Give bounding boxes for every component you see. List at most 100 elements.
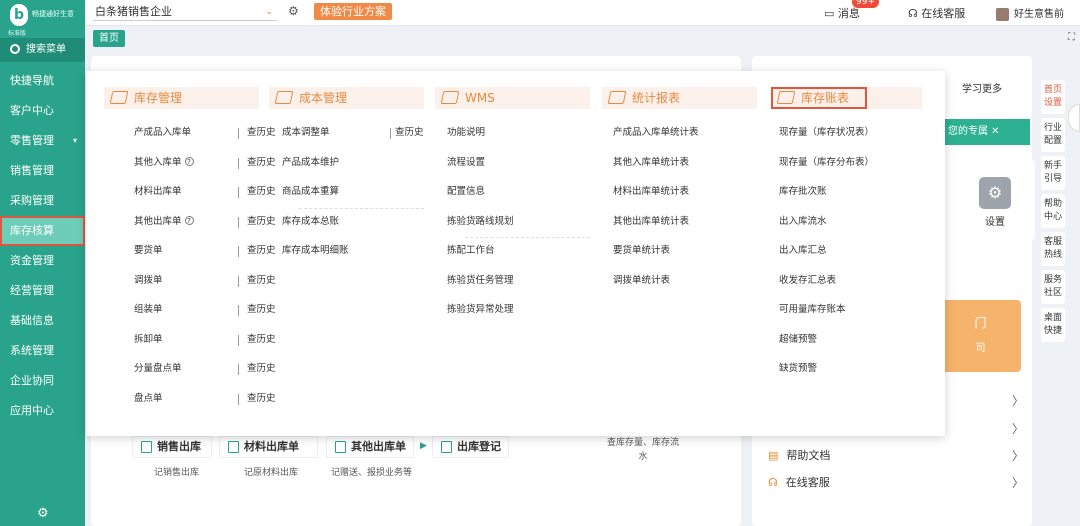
help-icon[interactable]: ? bbox=[184, 215, 194, 225]
flow-other-outbound[interactable]: 其他出库单 bbox=[326, 436, 414, 458]
sidebar-item-system[interactable]: 系统管理 bbox=[0, 336, 85, 366]
search-menu-button[interactable]: 搜索菜单 bbox=[0, 38, 85, 62]
chevron-right-icon[interactable]: 〉 bbox=[1012, 447, 1024, 464]
menu-item[interactable]: 拣验货路线规划 bbox=[447, 211, 514, 233]
menu-item[interactable]: 配置信息 bbox=[447, 181, 485, 203]
sidebar-item-basic-info[interactable]: 基础信息 bbox=[0, 306, 85, 336]
settings-icon[interactable]: ⚙ bbox=[288, 4, 299, 18]
sidebar-item-app-center[interactable]: 应用中心 bbox=[0, 396, 85, 426]
history-link[interactable]: 查历史 bbox=[247, 329, 276, 351]
learn-more-link[interactable]: 学习更多 bbox=[962, 80, 1002, 95]
tab-home[interactable]: 首页 bbox=[93, 30, 125, 47]
messages-label: 消息 bbox=[837, 7, 860, 20]
menu-item[interactable]: 要货单统计表 bbox=[613, 240, 670, 262]
menu-item[interactable]: 出入库流水 bbox=[779, 211, 827, 233]
menu-item[interactable]: 拣验货任务管理 bbox=[447, 270, 514, 292]
history-link[interactable]: 查历史 bbox=[395, 122, 424, 144]
rail-beginner-guide[interactable]: 新手引导 bbox=[1041, 156, 1065, 190]
chevron-right-icon[interactable]: 〉 bbox=[1012, 420, 1024, 437]
menu-item[interactable]: 商品成本重算 bbox=[282, 181, 339, 203]
menu-item[interactable]: 产品成本维护 bbox=[282, 152, 339, 174]
menu-item[interactable]: 流程设置 bbox=[447, 152, 485, 174]
menu-item[interactable]: 材料出库单统计表 bbox=[613, 181, 689, 203]
rail-service-hotline[interactable]: 客服热线 bbox=[1041, 232, 1065, 266]
company-select[interactable]: 白条猪销售企业 ⌄ bbox=[93, 3, 277, 21]
menu-item[interactable]: 产成品入库单统计表 bbox=[613, 122, 699, 144]
gear-icon[interactable]: ⚙ bbox=[37, 506, 49, 521]
menu-item[interactable]: 收发存汇总表 bbox=[779, 270, 836, 292]
menu-item[interactable]: 超储预警 bbox=[779, 329, 817, 351]
sidebar-item-inventory[interactable]: 库存核算 bbox=[0, 216, 85, 246]
flow-material-outbound[interactable]: 材料出库单 bbox=[219, 436, 318, 458]
menu-item[interactable]: 组装单 bbox=[134, 299, 163, 321]
menu-item[interactable]: 库存批次账 bbox=[779, 181, 827, 203]
sidebar-item-quick-nav[interactable]: 快捷导航 bbox=[0, 66, 85, 96]
menu-item[interactable]: 盘点单 bbox=[134, 388, 163, 410]
menu-item[interactable]: 可用量库存账本 bbox=[779, 299, 846, 321]
menu-item[interactable]: 调拨单统计表 bbox=[613, 270, 670, 292]
history-link[interactable]: 查历史 bbox=[247, 299, 276, 321]
menu-item[interactable]: 其他出库单统计表 bbox=[613, 211, 689, 233]
menu-item[interactable]: 出入库汇总 bbox=[779, 240, 827, 262]
online-service-button[interactable]: ☊ 在线客服 bbox=[908, 5, 965, 21]
menu-column-title-highlight[interactable]: 库存账表 bbox=[771, 87, 867, 109]
sidebar-item-funds[interactable]: 资金管理 bbox=[0, 246, 85, 276]
logo-mark-icon: b bbox=[10, 4, 28, 26]
menu-column-title: 统计报表 bbox=[602, 87, 757, 109]
history-link[interactable]: 查历史 bbox=[247, 358, 276, 380]
menu-item[interactable]: 库存成本明细账 bbox=[282, 240, 349, 262]
menu-item[interactable]: 拣配工作台 bbox=[447, 240, 495, 262]
sidebar-item-collaboration[interactable]: 企业协同 bbox=[0, 366, 85, 396]
history-link[interactable]: 查历史 bbox=[247, 388, 276, 410]
menu-item[interactable]: 调拨单 bbox=[134, 270, 163, 292]
rail-industry-config[interactable]: 行业配置 bbox=[1041, 118, 1065, 152]
menu-item[interactable]: 成本调整单 bbox=[282, 122, 330, 144]
menu-item[interactable]: 现存量（库存状况表） bbox=[779, 122, 874, 144]
menu-item[interactable]: 分量盘点单 bbox=[134, 358, 182, 380]
menu-item[interactable]: 拆卸单 bbox=[134, 329, 163, 351]
sidebar-item-operations[interactable]: 经营管理 bbox=[0, 276, 85, 306]
arrow-right-icon: ▶ bbox=[420, 441, 427, 451]
history-link[interactable]: 查历史 bbox=[247, 270, 276, 292]
flow-label: 销售出库 bbox=[157, 440, 201, 453]
sidebar-item-label: 应用中心 bbox=[10, 404, 54, 417]
menu-item[interactable]: 材料出库单 bbox=[134, 181, 182, 203]
expand-icon[interactable]: ⛶ bbox=[1068, 32, 1075, 43]
menu-item[interactable]: 产成品入库单 bbox=[134, 122, 191, 144]
menu-item[interactable]: 缺货预警 bbox=[779, 358, 817, 380]
chevron-right-icon[interactable]: 〉 bbox=[1012, 392, 1024, 409]
menu-item[interactable]: 要货单 bbox=[134, 240, 163, 262]
rail-help-center[interactable]: 帮助中心 bbox=[1041, 194, 1065, 228]
flow-outbound-register[interactable]: 出库登记 bbox=[432, 436, 509, 458]
exclusive-banner[interactable]: 您的专属 ✕ bbox=[942, 119, 1030, 145]
menu-item[interactable]: 功能说明 bbox=[447, 122, 485, 144]
settings-tile[interactable]: ⚙ 设置 bbox=[955, 160, 1035, 240]
menu-item[interactable]: 其他入库单统计表 bbox=[613, 152, 689, 174]
flow-sales-outbound[interactable]: 销售出库 bbox=[132, 436, 212, 458]
help-docs-link[interactable]: ▤ 帮助文档 bbox=[768, 447, 830, 463]
right-rail: 首页设置 行业配置 新手引导 帮助中心 客服热线 服务社区 桌面快捷 bbox=[1038, 80, 1070, 346]
menu-item[interactable]: 其他入库单? bbox=[134, 152, 194, 174]
close-icon[interactable]: ✕ bbox=[988, 126, 999, 137]
rail-home-settings[interactable]: 首页设置 bbox=[1041, 80, 1065, 114]
menu-item[interactable]: 拣验货异常处理 bbox=[447, 299, 514, 321]
menu-item[interactable]: 现存量（库存分布表） bbox=[779, 152, 874, 174]
sidebar-item-purchase[interactable]: 采购管理 bbox=[0, 186, 85, 216]
sidebar-item-customer[interactable]: 客户中心 bbox=[0, 96, 85, 126]
inventory-icon bbox=[109, 91, 129, 104]
chevron-right-icon[interactable]: 〉 bbox=[1012, 474, 1024, 491]
menu-item[interactable]: 其他出库单? bbox=[134, 211, 194, 233]
sidebar-item-label: 基础信息 bbox=[10, 314, 54, 327]
user-menu[interactable]: 好生意售前 bbox=[996, 5, 1064, 21]
help-icon[interactable]: ? bbox=[184, 156, 194, 166]
menu-item[interactable]: 库存成本总账 bbox=[282, 211, 339, 233]
sidebar-item-sales[interactable]: 销售管理 bbox=[0, 156, 85, 186]
rail-desktop-shortcut[interactable]: 桌面快捷 bbox=[1041, 308, 1065, 342]
promo-card[interactable]: 门 司 bbox=[940, 300, 1021, 372]
sidebar-item-retail[interactable]: 零售管理 ▾ bbox=[0, 126, 85, 156]
rail-service-community[interactable]: 服务社区 bbox=[1041, 270, 1065, 304]
logo[interactable]: b 畅捷通好生意 标准版 bbox=[4, 4, 84, 37]
trial-industry-button[interactable]: 体验行业方案 bbox=[314, 3, 392, 20]
online-service-link[interactable]: ☊ 在线客服 bbox=[768, 474, 830, 490]
exclusive-label: 您的专属 bbox=[948, 126, 988, 137]
